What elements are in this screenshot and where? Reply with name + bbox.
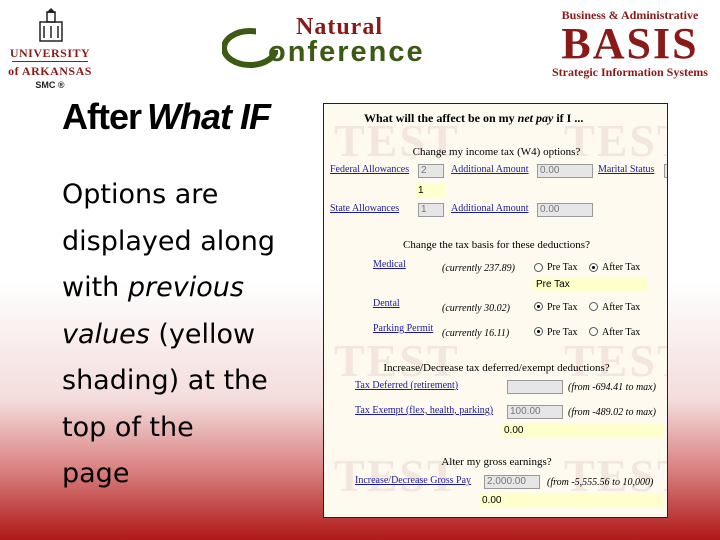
gross-pay-input[interactable]: 2,000.00: [484, 475, 540, 489]
body-text: (yellow: [149, 318, 256, 350]
dental-after-tax-radio[interactable]: [589, 302, 598, 311]
body-emphasis: values: [62, 318, 150, 350]
body-text: with: [62, 272, 128, 303]
federal-allowances-previous-value: 1: [416, 183, 446, 198]
body-line: values (yellow: [62, 312, 318, 359]
after-tax-label: After Tax: [602, 262, 641, 273]
tax-basis-section-title: Change the tax basis for these deduction…: [403, 239, 590, 251]
additional-amount-input[interactable]: 0.00: [537, 164, 593, 178]
body-line: with previous: [62, 265, 318, 312]
conference-word: onference: [268, 36, 425, 68]
federal-allowances-link[interactable]: Federal Allowances: [330, 164, 409, 175]
title-italic: What IF: [147, 96, 271, 137]
heading-text: if I ...: [553, 111, 584, 125]
medical-link[interactable]: Medical: [373, 259, 406, 270]
pre-tax-label: Pre Tax: [547, 327, 578, 338]
basis-logo: Business & Administrative BASIS Strategi…: [546, 8, 714, 80]
state-additional-amount-link[interactable]: Additional Amount: [451, 203, 529, 214]
medical-current-amount: (currently 237.89): [442, 263, 515, 274]
gross-pay-range: (from -5,555.56 to 10,000): [547, 477, 654, 488]
state-allowances-input[interactable]: 1: [418, 203, 444, 217]
form-heading: What will the affect be on my net pay if…: [364, 111, 583, 126]
parking-current-amount: (currently 16.11): [442, 328, 510, 339]
title-plain: After: [62, 96, 142, 137]
dental-current-amount: (currently 30.02): [442, 303, 510, 314]
tax-deferred-range: (from -694.41 to max): [568, 382, 656, 393]
old-main-building-icon: [39, 8, 63, 42]
medical-after-tax-radio[interactable]: [589, 263, 598, 272]
state-allowances-link[interactable]: State Allowances: [330, 203, 399, 214]
body-emphasis: previous: [127, 272, 244, 303]
marital-status-link[interactable]: Marital Status: [598, 164, 654, 175]
after-tax-label: After Tax: [602, 302, 641, 313]
medical-pre-tax-radio[interactable]: [534, 263, 543, 272]
tax-exempt-previous-value: 0.00: [502, 423, 664, 438]
parking-permit-link[interactable]: Parking Permit: [373, 323, 433, 334]
ua-line2: of ARKANSAS: [8, 64, 92, 78]
heading-emphasis: net pay: [517, 111, 554, 125]
ua-line1: UNIVERSITY: [9, 46, 91, 60]
university-of-arkansas-logo: UNIVERSITY of ARKANSAS SMC ®: [8, 8, 92, 92]
heading-text: What will the affect be on my: [364, 111, 518, 125]
natural-conference-logo: Natural onference: [222, 14, 452, 68]
medical-previous-value: Pre Tax: [534, 277, 648, 292]
dental-pre-tax-radio[interactable]: [534, 302, 543, 311]
tax-deferred-link[interactable]: Tax Deferred (retirement): [355, 380, 458, 391]
basis-tagline-bottom: Strategic Information Systems: [552, 65, 708, 79]
marital-status-input[interactable]: S: [664, 164, 667, 178]
parking-pre-tax-radio[interactable]: [534, 327, 543, 336]
federal-allowances-input[interactable]: 2: [418, 164, 444, 178]
additional-amount-link[interactable]: Additional Amount: [451, 164, 529, 175]
pre-tax-label: Pre Tax: [547, 262, 578, 273]
tax-exempt-link[interactable]: Tax Exempt (flex, health, parking): [355, 405, 493, 416]
gross-pay-link[interactable]: Increase/Decrease Gross Pay: [355, 475, 471, 486]
body-line: Options are: [62, 179, 219, 210]
deferred-section-title: Increase/Decrease tax deferred/exempt de…: [383, 362, 610, 374]
ua-divider: [12, 61, 88, 62]
pre-tax-label: Pre Tax: [547, 302, 578, 313]
parking-after-tax-radio[interactable]: [589, 327, 598, 336]
slide-title: After What IF: [62, 96, 271, 138]
tax-exempt-range: (from -489.02 to max): [568, 407, 656, 418]
body-line: displayed along: [62, 225, 276, 257]
body-line: shading) at the: [62, 365, 268, 396]
what-if-form-screenshot: TEST TEST TEST TEST TEST TEST What will …: [323, 103, 668, 518]
slide-body-text: Options are displayed along with previou…: [62, 172, 318, 498]
tax-deferred-input[interactable]: [507, 380, 563, 394]
income-tax-section-title: Change my income tax (W4) options?: [412, 146, 581, 158]
tax-exempt-input[interactable]: 100.00: [507, 405, 563, 419]
body-line: page: [62, 458, 130, 489]
basis-wordmark: BASIS: [561, 19, 699, 68]
test-watermark: TEST: [564, 335, 667, 386]
dental-link[interactable]: Dental: [373, 298, 400, 309]
gross-pay-previous-value: 0.00: [480, 493, 664, 508]
state-additional-amount-input[interactable]: 0.00: [537, 203, 593, 217]
ua-mark: SMC ®: [35, 80, 65, 90]
gross-earnings-section-title: Alter my gross earnings?: [441, 456, 552, 468]
body-line: top of the: [62, 411, 194, 443]
after-tax-label: After Tax: [602, 327, 641, 338]
